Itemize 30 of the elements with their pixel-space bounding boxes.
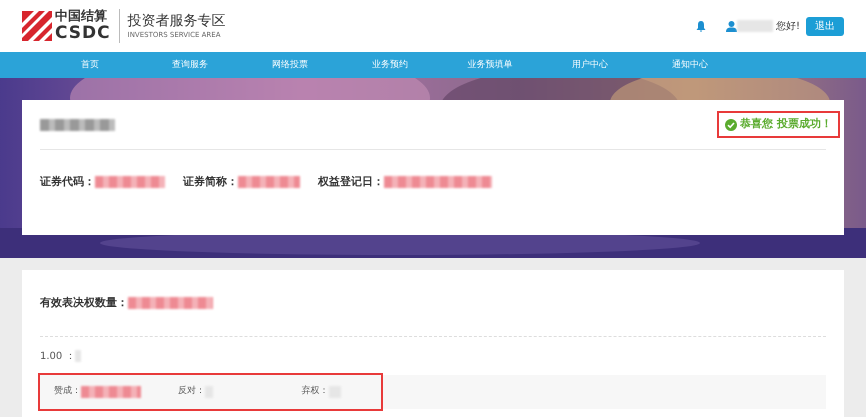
field-label: 证券简称： <box>183 174 238 190</box>
nav-link[interactable]: 业务预填单 <box>440 52 540 78</box>
nav-link[interactable]: 首页 <box>40 52 140 78</box>
bell-icon[interactable] <box>696 20 706 32</box>
redacted-mark <box>736 20 773 32</box>
vote-label: 弃权： <box>302 385 329 398</box>
nav-link[interactable]: 业务预约 <box>340 52 440 78</box>
redacted-mark <box>238 176 300 188</box>
logo-text: 中国结算 <box>55 10 108 24</box>
nav-link[interactable]: 用户中心 <box>540 52 640 78</box>
success-message: 恭喜您 投票成功！ <box>740 116 832 132</box>
logo-text: CSDC <box>55 24 111 42</box>
field-label: 证券代码： <box>40 174 95 190</box>
success-check-icon <box>725 118 738 130</box>
nav-link[interactable]: 网络投票 <box>240 52 340 78</box>
vote-label: 反对： <box>178 385 205 398</box>
redacted-mark <box>81 386 141 398</box>
nav-link[interactable]: 查询服务 <box>140 52 240 78</box>
user-icon <box>726 20 737 32</box>
redacted-mark <box>75 350 82 362</box>
greeting-text: 您好! <box>776 20 800 34</box>
redacted-mark <box>95 176 165 188</box>
area-title: 投资者服务专区 <box>128 12 226 30</box>
votes-title: 有效表决权数量： <box>40 294 128 311</box>
proposal-text: 1.00 ： <box>40 350 76 364</box>
logout-button[interactable]: 退出 <box>806 16 844 36</box>
logo-icon <box>22 11 52 41</box>
vote-label: 赞成： <box>54 385 81 398</box>
field-label: 权益登记日： <box>318 174 384 190</box>
nav-link[interactable]: 通知中心 <box>640 52 740 78</box>
